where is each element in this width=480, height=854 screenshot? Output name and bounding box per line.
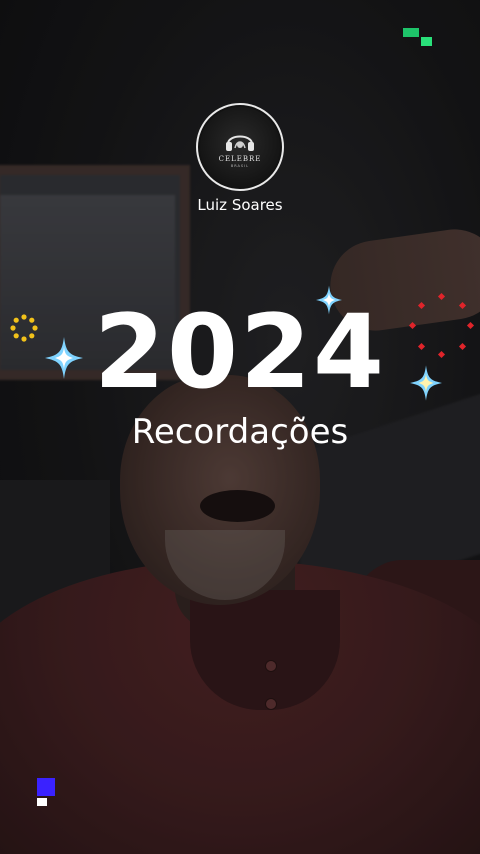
avatar-brand-subtext: BRASIL — [230, 163, 250, 168]
sparkle-icon — [316, 285, 342, 315]
memories-subtitle: Recordações — [131, 412, 349, 452]
avatar-brand-text: CELEBRE — [218, 154, 262, 163]
headphones-logo-icon — [226, 135, 254, 151]
story-viewer[interactable]: CELEBRE BRASIL Luiz Soares 2024 Recordaç… — [0, 0, 480, 854]
pixel-accent-white — [37, 798, 47, 806]
sparkle-icon — [45, 337, 83, 379]
pixel-accent-green — [403, 28, 419, 37]
pixel-accent-green — [421, 37, 432, 46]
sparkle-icon — [410, 365, 442, 401]
pixel-accent-blue — [37, 778, 55, 796]
firework-icon — [408, 292, 475, 359]
profile-username[interactable]: Luiz Soares — [0, 196, 480, 214]
profile-avatar[interactable]: CELEBRE BRASIL — [196, 103, 284, 191]
sun-ring-icon — [10, 314, 38, 342]
